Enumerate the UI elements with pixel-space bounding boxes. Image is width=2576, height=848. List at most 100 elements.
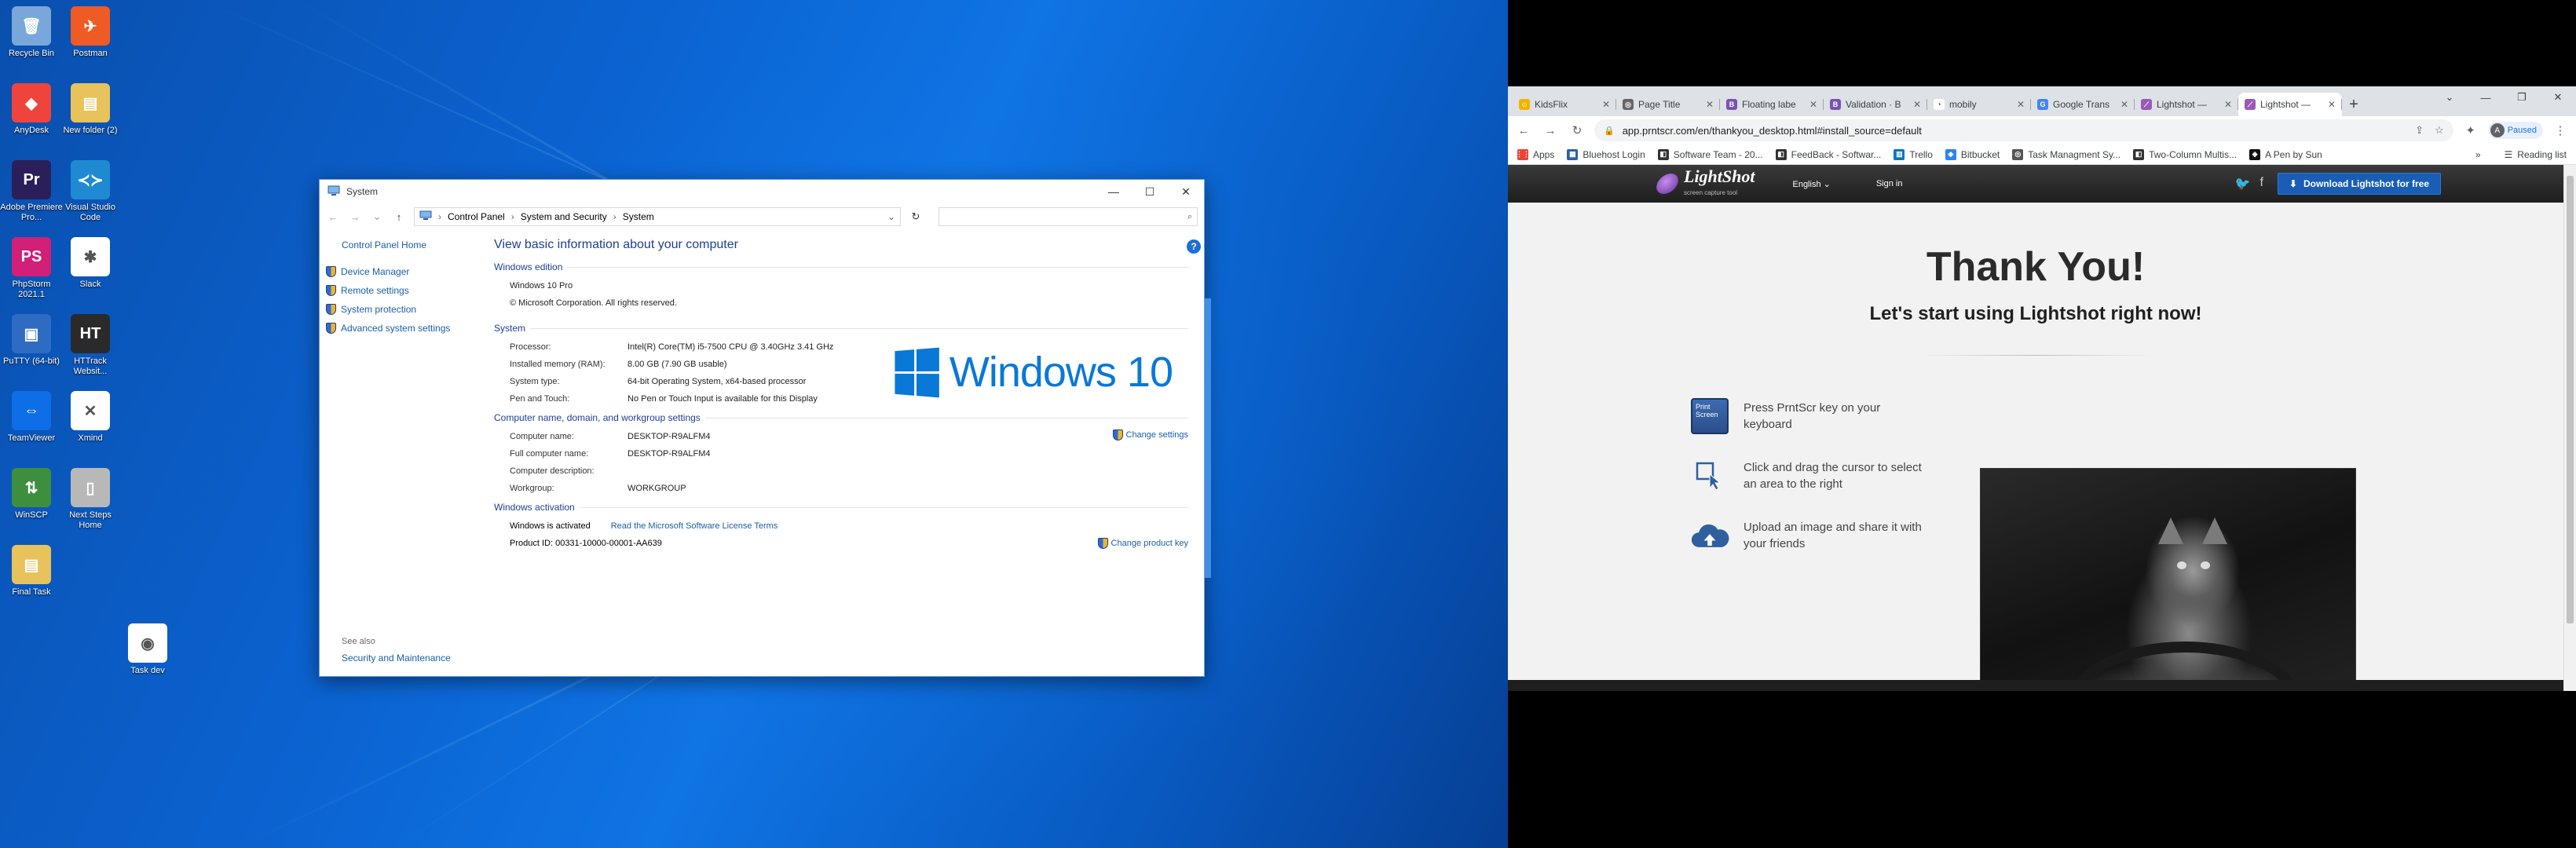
desktop-icon[interactable]: 🗑 Recycle Bin (0, 6, 63, 59)
desktop-icon[interactable]: ✈ Postman (59, 6, 122, 59)
close-icon[interactable]: ✕ (2017, 99, 2025, 110)
bookmark-item[interactable]: ◧ FeedBack - Softwar... (1775, 148, 1881, 160)
desktop-icon[interactable]: ▣ PuTTY (64-bit) (0, 314, 63, 367)
desktop-icon[interactable]: ▤ New folder (2) (59, 83, 122, 136)
remote-settings-link[interactable]: Remote settings (326, 285, 486, 296)
bookmark-item[interactable]: ▥ Trello (1894, 148, 1933, 160)
reload-button[interactable]: ↻ (1568, 123, 1586, 137)
close-icon[interactable]: ✕ (1913, 99, 1921, 110)
download-button[interactable]: ⬇ Download Lightshot for free (2277, 173, 2441, 195)
lightshot-logo[interactable]: LightShot screen capture tool (1653, 168, 1755, 199)
desktop-icon[interactable]: Pr Adobe Premiere Pro... (0, 160, 63, 223)
refresh-icon[interactable]: ↻ (909, 210, 923, 223)
chevron-down-icon[interactable]: ⌄ (887, 211, 895, 222)
bookmark-item[interactable]: ◧ Two-Column Multis... (2133, 148, 2237, 160)
profile-button[interactable]: A Paused (2487, 122, 2543, 139)
reading-list-button[interactable]: ☰ Reading list (2505, 149, 2567, 160)
link-label: System protection (341, 304, 417, 315)
restore-button[interactable]: ❐ (2504, 86, 2540, 108)
address-bar[interactable]: › Control Panel › System and Security › … (414, 207, 901, 226)
close-icon[interactable]: ✕ (1706, 99, 1714, 110)
minimize-button[interactable]: — (1096, 180, 1132, 203)
security-maintenance-link[interactable]: Security and Maintenance (342, 652, 451, 663)
app-icon: ▯ (71, 468, 110, 507)
desktop-icon[interactable]: ◆ AnyDesk (0, 83, 63, 136)
change-product-key-link[interactable]: Change product key (1097, 538, 1188, 549)
bookmark-star-icon[interactable]: ☆ (2435, 124, 2444, 137)
twitter-icon[interactable]: 🐦 (2235, 176, 2251, 192)
minimize-button[interactable]: — (2468, 86, 2504, 108)
browser-tab[interactable]: ⟋ Lightshot — ✕ (2238, 93, 2342, 116)
extensions-icon[interactable]: ✦ (2461, 123, 2480, 137)
desktop-icon[interactable]: ✱ Slack (59, 237, 122, 290)
close-icon[interactable]: ✕ (2328, 99, 2336, 110)
menu-icon[interactable]: ⋮ (2551, 123, 2570, 137)
desktop-icon-label: New folder (2) (63, 126, 118, 135)
page-scrollbar[interactable] (2563, 165, 2576, 691)
close-icon[interactable]: ✕ (1809, 99, 1817, 110)
back-button[interactable]: ← (1514, 124, 1533, 137)
browser-tab[interactable]: ⟋ Lightshot — ✕ (2135, 93, 2238, 116)
control-panel-home-link[interactable]: Control Panel Home (342, 239, 486, 250)
close-icon[interactable]: ✕ (1602, 99, 1610, 110)
desktop-icon[interactable]: ◉ Task dev (116, 623, 179, 676)
system-protection-link[interactable]: System protection (326, 304, 486, 315)
bookmark-item[interactable]: ◆ Bitbucket (1945, 148, 2000, 160)
close-icon[interactable]: ✕ (2224, 99, 2232, 110)
close-icon[interactable]: ✕ (2120, 99, 2128, 110)
close-button[interactable]: ✕ (1168, 180, 1204, 203)
app-icon: HT (71, 314, 110, 353)
license-terms-link[interactable]: Read the Microsoft Software License Term… (611, 521, 778, 531)
facebook-icon[interactable]: f (2259, 176, 2263, 192)
browser-tab[interactable]: ☺ KidsFlix ✕ (1513, 93, 1616, 116)
device-manager-link[interactable]: Device Manager (326, 266, 486, 277)
window-titlebar[interactable]: System — ☐ ✕ (320, 180, 1204, 203)
url-text[interactable]: app.prntscr.com/en/thankyou_desktop.html… (1623, 125, 1922, 137)
browser-tab[interactable]: B Validation · B ✕ (1824, 93, 1927, 116)
desktop-icon[interactable]: ▤ Final Task (0, 545, 63, 598)
address-bar[interactable]: 🔒 app.prntscr.com/en/thankyou_desktop.ht… (1594, 119, 2453, 141)
change-settings-link[interactable]: Change settings (1112, 429, 1188, 440)
up-button[interactable]: ↑ (392, 211, 406, 223)
maximize-button[interactable]: ☐ (1132, 180, 1168, 203)
scrollbar-thumb[interactable] (2567, 176, 2574, 623)
back-button[interactable]: ← (326, 211, 340, 223)
language-select[interactable]: English ⌄ (1792, 179, 1830, 189)
bookmark-item[interactable]: ◧ Software Team - 20... (1657, 148, 1763, 160)
bookmark-item[interactable]: ⋮⋮ Apps (1516, 148, 1554, 160)
desktop-icon-label: Task dev (130, 666, 165, 675)
favicon-icon: ⟋ (2245, 99, 2256, 110)
lock-icon[interactable]: 🔒 (1604, 126, 1615, 136)
desktop-icon[interactable]: HT HTTrack Websit... (59, 314, 122, 377)
share-icon[interactable]: ⇪ (2415, 124, 2424, 137)
breadcrumb-system-security[interactable]: System and Security (521, 211, 607, 222)
close-button[interactable]: ✕ (2540, 86, 2576, 108)
bookmark-item[interactable]: ▦ Bluehost Login (1567, 148, 1645, 160)
search-input[interactable]: ⌕ (939, 207, 1198, 226)
breadcrumb-system[interactable]: System (623, 211, 654, 222)
new-tab-button[interactable]: + (2342, 93, 2366, 116)
recent-locations-button[interactable]: ⌄ (370, 210, 384, 223)
desktop-icon[interactable]: PS PhpStorm 2021.1 (0, 237, 63, 300)
bookmark-item[interactable]: ◎ Task Managment Sy... (2012, 148, 2120, 160)
forward-button[interactable]: → (1541, 124, 1560, 137)
tab-search-icon[interactable]: ⌄ (2431, 86, 2468, 108)
bookmarks-more-icon[interactable]: » (2475, 149, 2481, 160)
desktop-icon[interactable]: ⇅ WinSCP (0, 468, 63, 521)
select-area-icon (1690, 456, 1729, 495)
browser-tab[interactable]: G Google Trans ✕ (2031, 93, 2135, 116)
forward-button[interactable]: → (348, 211, 362, 223)
desktop-icon[interactable]: ⇔ TeamViewer (0, 391, 63, 444)
desktop-icon[interactable]: ✕ Xmind (59, 391, 122, 444)
browser-tab[interactable]: ◎ Page Title ✕ (1616, 93, 1720, 116)
advanced-system-settings-link[interactable]: Advanced system settings (326, 323, 486, 334)
browser-tab[interactable]: B Floating labe ✕ (1720, 93, 1824, 116)
desktop-icon[interactable]: ▯ Next Steps Home (59, 468, 122, 531)
browser-tab[interactable]: ◔ mobily ✕ (1927, 93, 2031, 116)
desktop-icon[interactable]: ≺≻ Visual Studio Code (59, 160, 122, 223)
bookmark-item[interactable]: ◈ A Pen by Sun (2249, 148, 2322, 160)
help-icon[interactable]: ? (1187, 239, 1201, 254)
sign-in-link[interactable]: Sign in (1876, 179, 1903, 188)
breadcrumb-control-panel[interactable]: Control Panel (448, 211, 505, 222)
tab-strip: ☺ KidsFlix ✕ ◎ Page Title ✕ B Floating labe ✕ B Va… (1508, 86, 2576, 116)
